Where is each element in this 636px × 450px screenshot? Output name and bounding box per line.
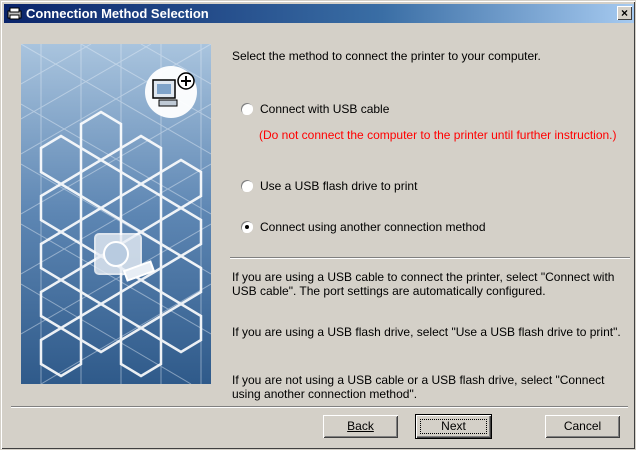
help-usb-cable: If you are using a USB cable to connect … bbox=[232, 270, 615, 298]
radio-selected-dot bbox=[245, 225, 249, 229]
cancel-button[interactable]: Cancel bbox=[545, 415, 620, 438]
hexagon-pattern bbox=[21, 44, 211, 384]
title-bar[interactable]: Connection Method Selection × bbox=[4, 4, 634, 23]
option-usb-flash-label[interactable]: Use a USB flash drive to print bbox=[260, 179, 417, 193]
radio-usb-flash[interactable] bbox=[241, 180, 253, 192]
warning-text: (Do not connect the computer to the prin… bbox=[259, 128, 617, 142]
wizard-graphic bbox=[21, 44, 211, 384]
help-other-method: If you are not using a USB cable or a US… bbox=[232, 373, 605, 401]
back-button[interactable]: Back bbox=[323, 415, 398, 438]
next-button-label: Next bbox=[441, 419, 466, 433]
close-button[interactable]: × bbox=[617, 6, 632, 20]
intro-text: Select the method to connect the printer… bbox=[232, 49, 541, 63]
help-usb-flash: If you are using a USB flash drive, sele… bbox=[232, 325, 621, 339]
bottom-separator bbox=[11, 406, 628, 408]
radio-other-method[interactable] bbox=[241, 221, 253, 233]
cancel-button-label: Cancel bbox=[563, 419, 602, 433]
dialog-window: Connection Method Selection × Select the… bbox=[0, 0, 636, 450]
radio-usb-cable[interactable] bbox=[241, 103, 253, 115]
separator bbox=[230, 257, 630, 259]
next-button[interactable]: Next bbox=[416, 415, 491, 438]
option-usb-cable-label[interactable]: Connect with USB cable bbox=[260, 102, 389, 116]
back-button-label: Back bbox=[347, 419, 374, 433]
printer-setup-icon bbox=[7, 7, 22, 20]
close-icon: × bbox=[620, 6, 628, 20]
window-title: Connection Method Selection bbox=[26, 6, 209, 21]
computer-add-icon bbox=[145, 66, 197, 118]
option-other-method-label[interactable]: Connect using another connection method bbox=[260, 220, 486, 234]
